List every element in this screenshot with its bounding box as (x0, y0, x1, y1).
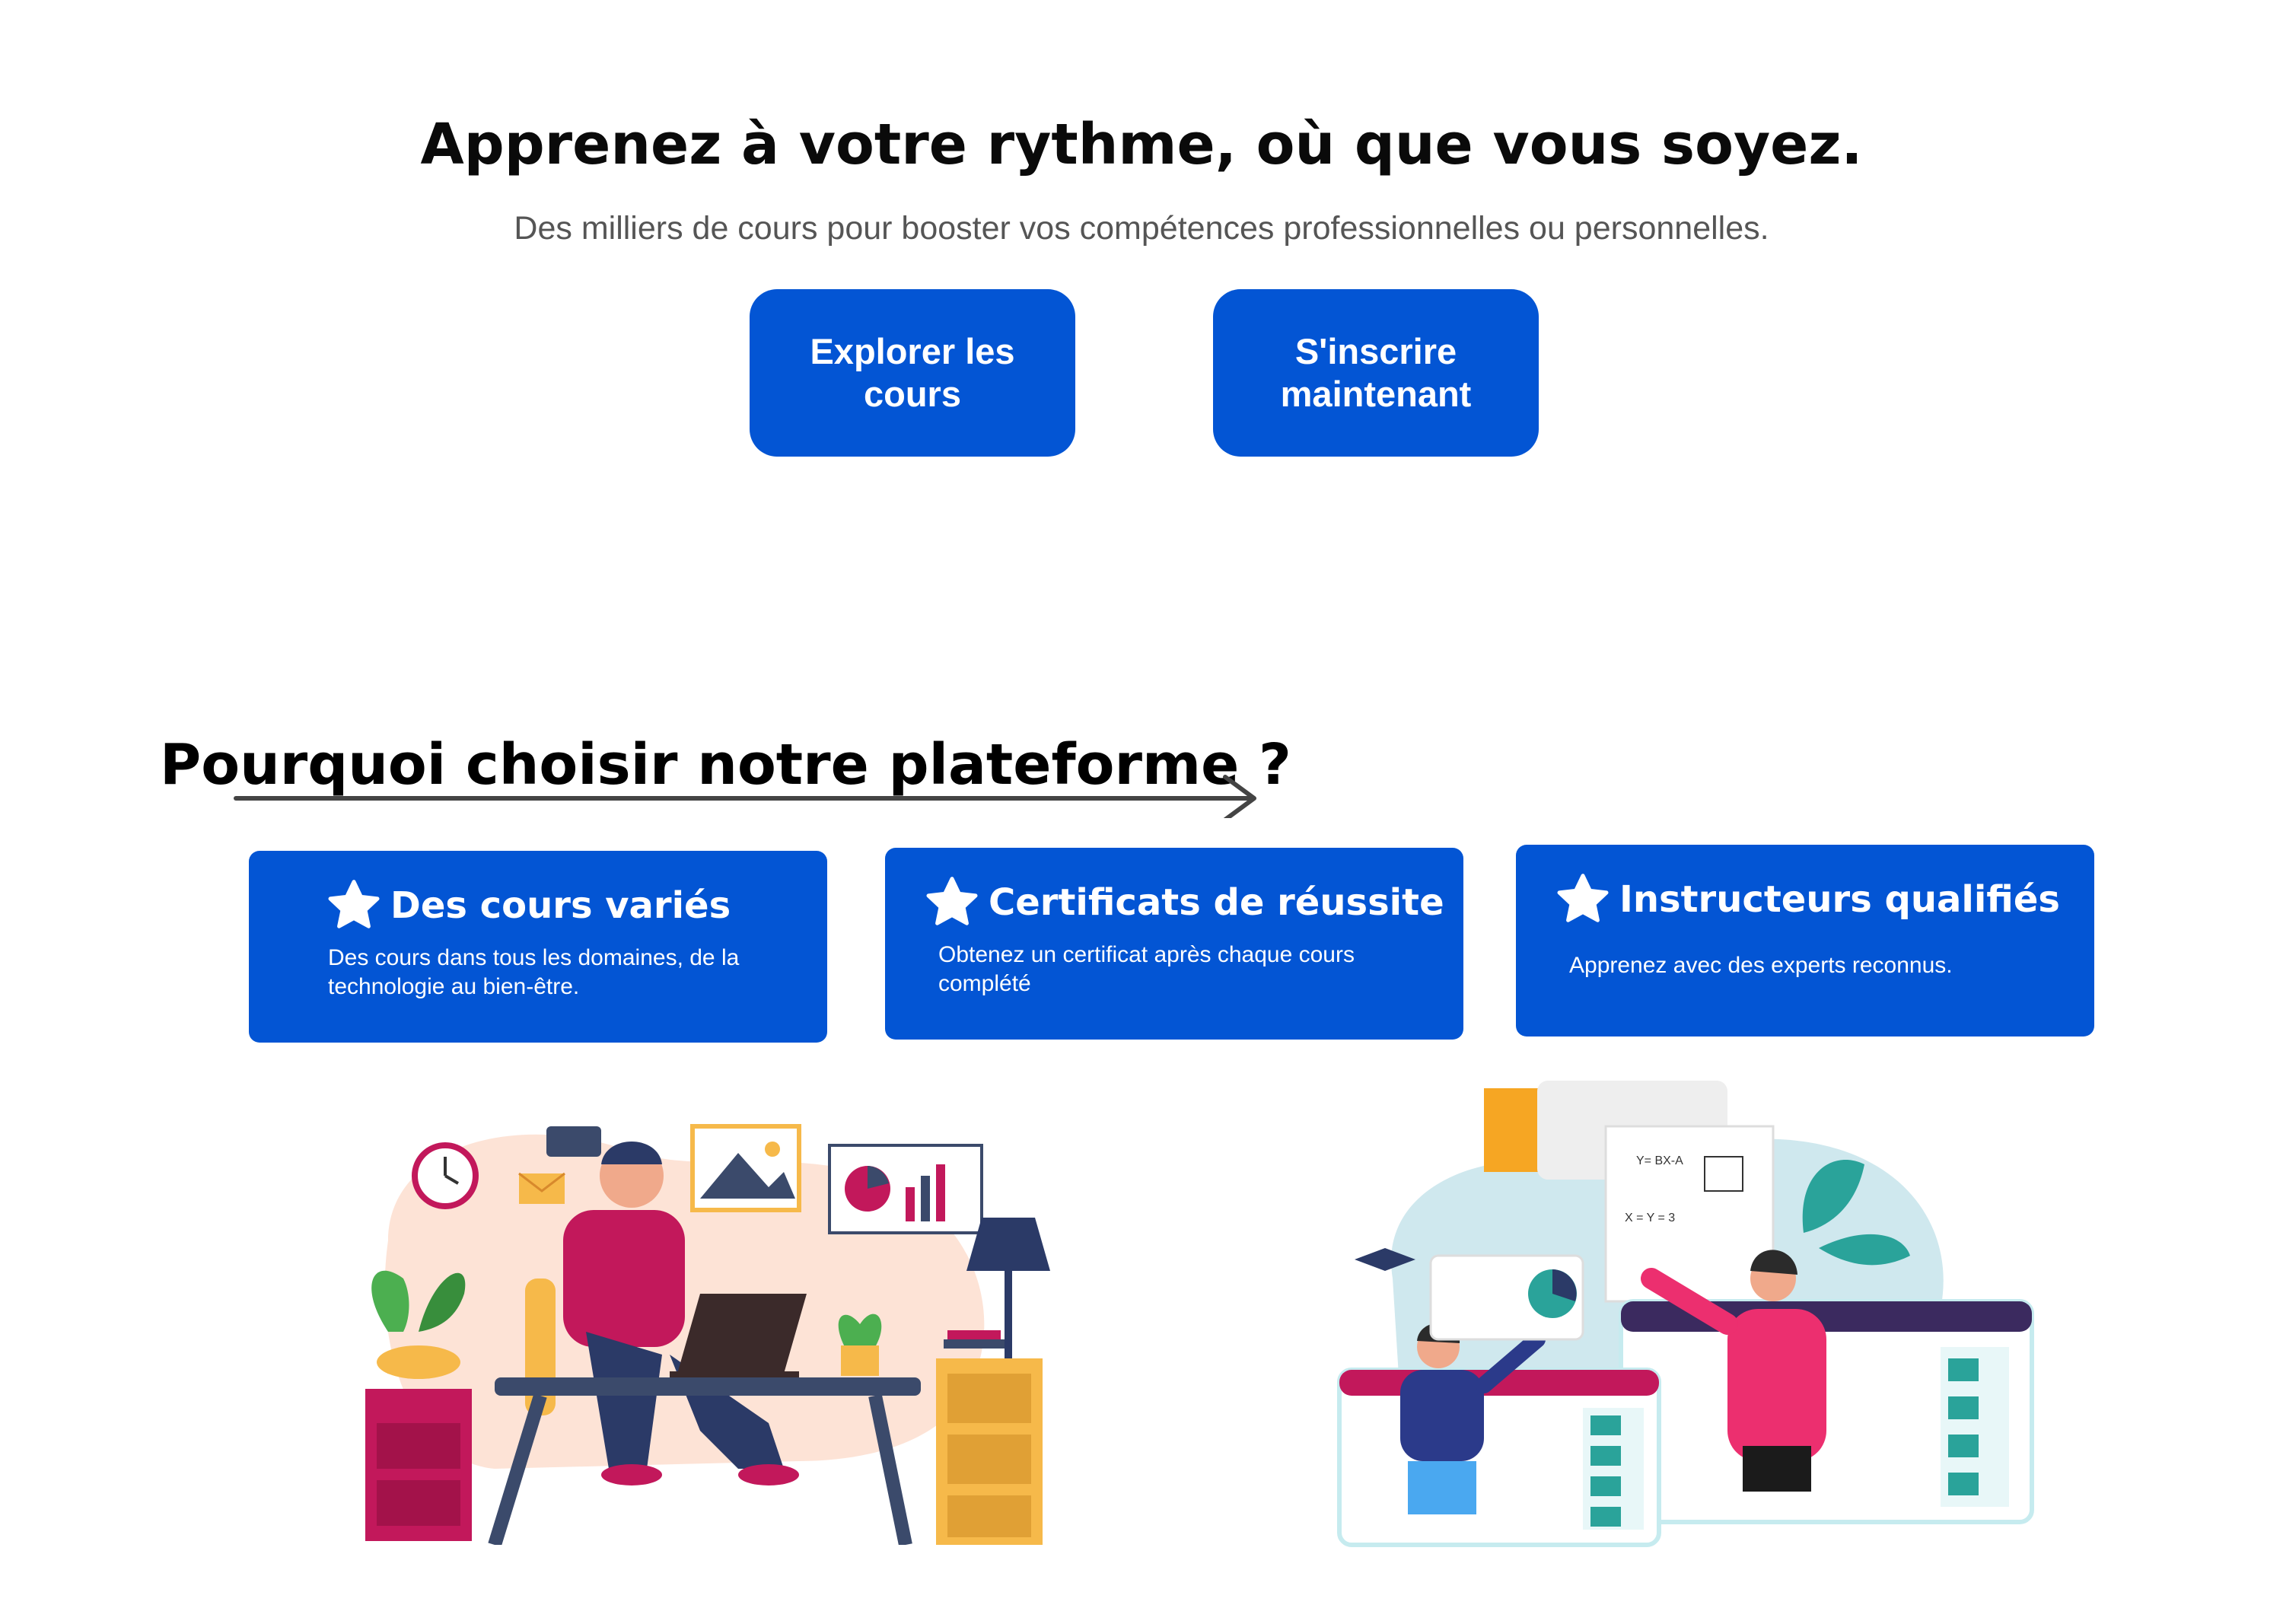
feature-card-courses: Des cours variés Des cours dans tous les… (249, 851, 827, 1043)
feature-card-title: Des cours variés (390, 884, 731, 927)
feature-card-description: Obtenez un certificat après chaque cours… (938, 942, 1355, 996)
star-icon (1557, 874, 1609, 922)
feature-card-title: Certificats de réussite (989, 881, 1444, 924)
online-class-illustration: Y= BX-A X = Y = 3 (1337, 1081, 2034, 1547)
feature-card-description: Apprenez avec des experts reconnus. (1569, 953, 1953, 978)
underline-arrow-icon (234, 775, 1256, 818)
feature-card-instructors: Instructeurs qualifiés Apprenez avec des… (1516, 845, 2094, 1036)
signup-now-button[interactable]: S'inscrire maintenant (1213, 289, 1539, 457)
feature-card-title: Instructeurs qualifiés (1619, 878, 2060, 921)
whiteboard-formula: Y= BX-A (1636, 1154, 1683, 1167)
feature-card-description: Des cours dans tous les domaines, de la … (328, 945, 740, 999)
hero-title: Apprenez à votre rythme, où que vous soy… (420, 112, 1863, 177)
remote-work-illustration (365, 1124, 1050, 1545)
hero-subtitle: Des milliers de cours pour booster vos c… (514, 210, 1769, 247)
star-icon (926, 877, 978, 925)
whiteboard-formula: X = Y = 3 (1625, 1212, 1675, 1224)
star-icon (328, 880, 380, 928)
explore-courses-button[interactable]: Explorer les cours (750, 289, 1075, 457)
feature-card-certificates: Certificats de réussite Obtenez un certi… (885, 848, 1463, 1040)
